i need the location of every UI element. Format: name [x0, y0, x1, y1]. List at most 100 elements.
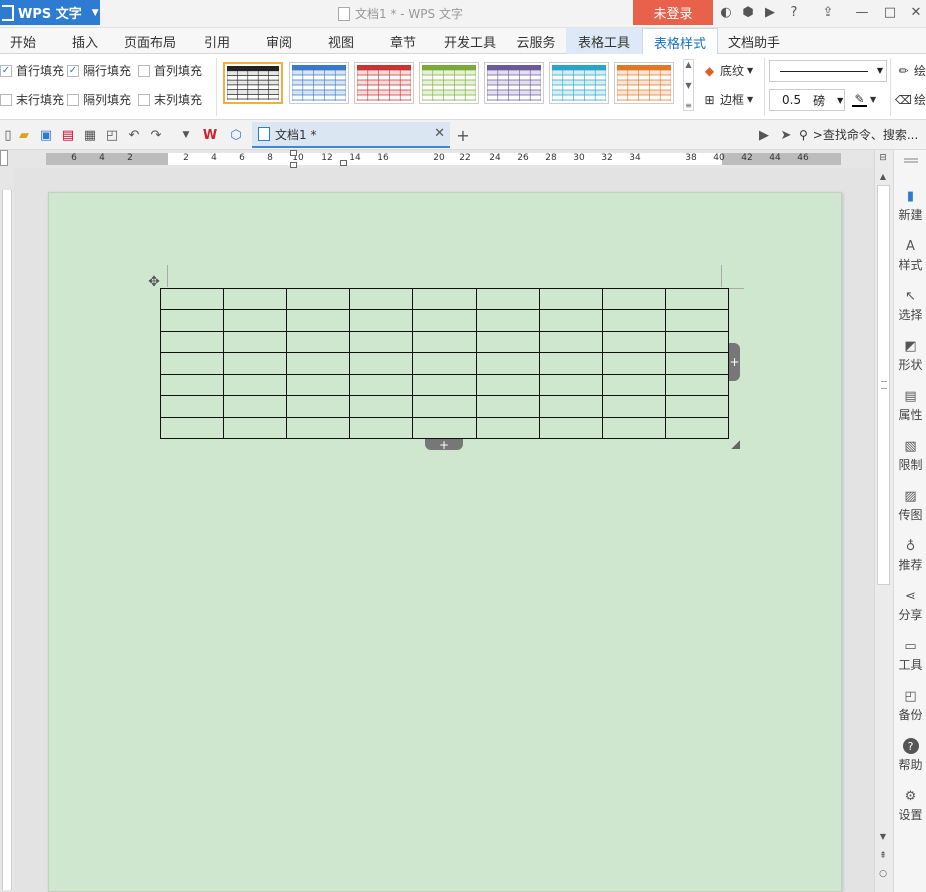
scroll-up-icon[interactable]: ▲ — [876, 170, 890, 182]
table-cell[interactable] — [286, 416, 351, 440]
table-cell[interactable] — [286, 330, 351, 354]
table-grid[interactable] — [159, 287, 730, 440]
table-cell[interactable] — [286, 287, 351, 311]
resize-table-handle[interactable] — [731, 440, 740, 449]
border-button[interactable]: ⊞ 边框 ▼ — [702, 91, 753, 108]
table-cell[interactable] — [538, 352, 603, 375]
table-cell[interactable] — [412, 330, 477, 354]
export-pdf-icon[interactable]: ▤ — [60, 127, 76, 143]
table-style-swatch[interactable] — [223, 62, 283, 104]
table-cell[interactable] — [349, 373, 414, 397]
open-folder-icon[interactable]: ▰ — [16, 127, 32, 143]
table-cell[interactable] — [664, 309, 730, 332]
table-cell[interactable] — [349, 352, 414, 375]
table-cell[interactable] — [223, 395, 288, 418]
document-table[interactable] — [159, 287, 730, 440]
table-cell[interactable] — [475, 416, 540, 440]
table-cell[interactable] — [286, 309, 351, 332]
tab-table-style[interactable]: 表格样式 — [642, 28, 718, 55]
table-style-swatch[interactable] — [614, 62, 674, 104]
check-banded-rows[interactable]: ✓ 隔行填充 — [67, 62, 131, 79]
panel-item-restrict[interactable]: ▧ 限制 — [894, 438, 926, 473]
line-style-select[interactable]: ▼ — [769, 60, 887, 82]
sync-icon[interactable]: ⬢ — [740, 4, 756, 20]
pen-color-button[interactable]: ✎ ▼ — [852, 92, 876, 107]
table-cell[interactable] — [475, 352, 540, 375]
table-style-swatch[interactable] — [484, 62, 544, 104]
table-cell[interactable] — [601, 352, 666, 375]
table-cell[interactable] — [223, 373, 288, 397]
table-cell[interactable] — [159, 330, 225, 354]
check-first-row[interactable]: ✓ 首行填充 — [0, 62, 64, 79]
table-cell[interactable] — [159, 309, 225, 332]
table-cell[interactable] — [475, 395, 540, 418]
tab-cloud[interactable]: 云服务 — [510, 28, 562, 54]
panel-item-backup[interactable]: ◰ 备份 — [894, 688, 926, 723]
tab-doc-assistant[interactable]: 文档助手 — [722, 28, 786, 54]
panel-item-recommend[interactable]: ♁ 推荐 — [894, 538, 926, 573]
table-cell[interactable] — [475, 330, 540, 354]
print-icon[interactable]: ▦ — [82, 127, 98, 143]
style-gallery-scroller[interactable]: ▲ ▼ ≡ — [683, 59, 694, 111]
tab-chapter[interactable]: 章节 — [380, 28, 426, 54]
table-cell[interactable] — [412, 373, 477, 397]
tab-table-tools[interactable]: 表格工具 — [566, 28, 642, 54]
feedback-icon[interactable]: ▶ — [762, 4, 778, 20]
first-indent-marker[interactable] — [290, 150, 297, 156]
tab-view[interactable]: 视图 — [318, 28, 364, 54]
table-cell[interactable] — [538, 416, 603, 440]
table-cell[interactable] — [223, 352, 288, 375]
checkbox[interactable] — [67, 93, 79, 106]
undo-icon[interactable]: ↶ — [126, 127, 142, 143]
table-cell[interactable] — [475, 309, 540, 332]
table-cell[interactable] — [159, 373, 225, 397]
tab-start[interactable]: 开始 — [0, 28, 46, 54]
table-cell[interactable] — [349, 287, 414, 311]
table-cell[interactable] — [538, 330, 603, 354]
table-cell[interactable] — [286, 352, 351, 375]
table-cell[interactable] — [412, 309, 477, 332]
panel-item-help[interactable]: ? 帮助 — [894, 738, 926, 773]
docer-icon[interactable]: ⬡ — [228, 127, 244, 143]
check-last-row[interactable]: 末行填充 — [0, 91, 64, 108]
table-style-swatch[interactable] — [289, 62, 349, 104]
table-cell[interactable] — [159, 395, 225, 418]
table-cell[interactable] — [412, 416, 477, 440]
panel-item-style[interactable]: A 样式 — [894, 238, 926, 273]
table-cell[interactable] — [349, 330, 414, 354]
table-cell[interactable] — [475, 287, 540, 311]
app-menu-button[interactable]: WPS 文字 ▼ — [0, 0, 100, 25]
new-tab-icon[interactable]: + — [455, 126, 471, 145]
table-style-swatch[interactable] — [419, 62, 479, 104]
panel-item-upload-image[interactable]: ▨ 传图 — [894, 488, 926, 523]
table-cell[interactable] — [664, 416, 730, 440]
maximize-icon[interactable]: □ — [882, 4, 898, 20]
table-cell[interactable] — [601, 330, 666, 354]
add-column-button[interactable]: + — [729, 343, 740, 381]
table-cell[interactable] — [601, 416, 666, 440]
tab-insert[interactable]: 插入 — [62, 28, 108, 54]
line-weight-select[interactable]: 0.5 磅 ▼ — [769, 89, 845, 111]
add-row-button[interactable]: + — [425, 438, 463, 452]
expand-gallery-icon[interactable]: ≡ — [685, 101, 692, 110]
collapse-ribbon-icon[interactable]: ⇪ — [820, 4, 836, 20]
table-cell[interactable] — [664, 352, 730, 375]
panel-item-shape[interactable]: ◩ 形状 — [894, 338, 926, 373]
redo-icon[interactable]: ↷ — [148, 127, 164, 143]
panel-item-new[interactable]: ▮ 新建 — [894, 188, 926, 223]
erase-table-button[interactable]: ⌫ 绘 — [895, 91, 926, 108]
table-cell[interactable] — [412, 352, 477, 375]
table-cell[interactable] — [475, 373, 540, 397]
scroll-down-icon[interactable]: ▼ — [876, 830, 890, 842]
table-cell[interactable] — [601, 395, 666, 418]
minimize-icon[interactable]: — — [854, 4, 870, 20]
panel-item-settings[interactable]: ⚙ 设置 — [894, 788, 926, 823]
tab-review[interactable]: 审阅 — [256, 28, 302, 54]
table-cell[interactable] — [159, 287, 225, 311]
check-first-column[interactable]: 首列填充 — [138, 62, 202, 79]
table-cell[interactable] — [601, 373, 666, 397]
table-cell[interactable] — [412, 287, 477, 311]
table-cell[interactable] — [223, 287, 288, 311]
draw-table-button[interactable]: ✏ 绘 — [896, 62, 926, 79]
table-cell[interactable] — [538, 287, 603, 311]
